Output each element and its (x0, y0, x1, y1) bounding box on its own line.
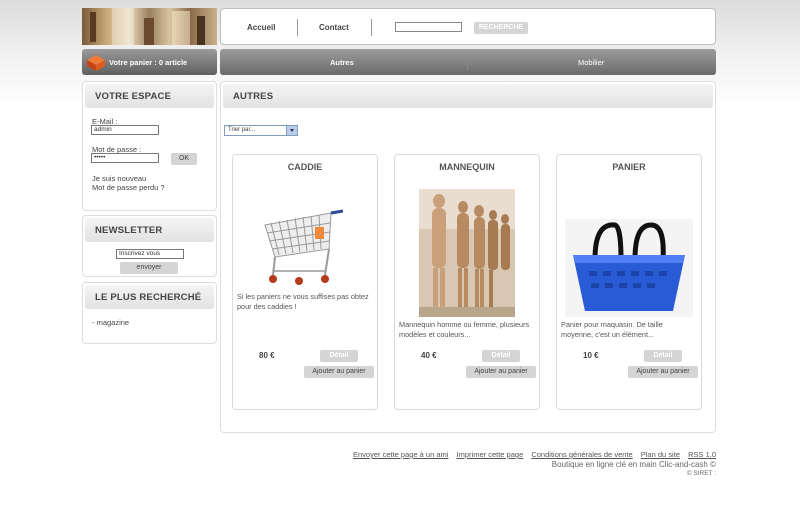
footer-links: Envoyer cette page à un ami Imprimer cet… (340, 450, 716, 459)
newsletter-box-title: NEWSLETTER (85, 218, 214, 242)
register-link[interactable]: Je suis nouveau (92, 174, 146, 183)
product-title[interactable]: CADDIE (233, 162, 377, 172)
popular-search-title: LE PLUS RECHERCHÉ (85, 285, 214, 309)
footer-siret: © SIRET : (640, 470, 716, 477)
password-field[interactable]: ••••• (91, 153, 159, 163)
footer-tagline: Boutique en ligne clé en main Clic-and-c… (551, 460, 716, 469)
forgot-password-link[interactable]: Mot de passe perdu ? (92, 183, 165, 192)
product-description: Mannequin homme ou femme, plusieurs modè… (399, 320, 530, 339)
popular-search-box: LE PLUS RECHERCHÉ - magazine (82, 282, 217, 344)
terms-link[interactable]: Conditions générales de vente (531, 450, 632, 459)
newsletter-box: NEWSLETTER Inscrivez vous envoyer (82, 215, 217, 277)
shopping-cart-image[interactable] (259, 203, 349, 287)
account-box: VOTRE ESPACE E-Mail : admin Mot de passe… (82, 81, 217, 211)
category-bar: Autres Mobilier (220, 49, 716, 75)
nav-divider (297, 19, 298, 36)
print-page-link[interactable]: Imprimer cette page (457, 450, 524, 459)
product-price: 80 € (259, 351, 275, 360)
email-field[interactable]: admin (91, 125, 159, 135)
rss-link[interactable]: RSS 1.0 (688, 450, 716, 459)
product-card: PANIER Panier pour maquasin. De taille m… (556, 154, 702, 410)
mannequin-image[interactable] (419, 189, 515, 317)
product-title[interactable]: PANIER (557, 162, 701, 172)
add-to-cart-button[interactable]: Ajouter au panier (628, 366, 698, 378)
siret-label: SIRET : (693, 470, 716, 477)
search-input[interactable] (395, 22, 462, 32)
cart-bar[interactable]: Votre panier : 0 article (82, 49, 217, 75)
cart-box-icon (87, 55, 105, 71)
top-navigation: Accueil Contact RECHERCHE (220, 8, 716, 45)
detail-button[interactable]: Détail (320, 350, 358, 362)
popular-search-item[interactable]: - magazine (92, 318, 129, 327)
add-to-cart-button[interactable]: Ajouter au panier (304, 366, 374, 378)
product-card: MANNEQUIN Mannequin homme ou femme, plus… (394, 154, 540, 410)
product-description: Si les paniers ne vous suffises pas obte… (237, 292, 369, 311)
page-title: AUTRES (223, 84, 713, 108)
add-to-cart-button[interactable]: Ajouter au panier (466, 366, 536, 378)
detail-button[interactable]: Détail (644, 350, 682, 362)
newsletter-send-button[interactable]: envoyer (120, 262, 178, 274)
sitemap-link[interactable]: Plan du site (641, 450, 680, 459)
main-content: AUTRES Trier par... CADDIE Si les panier… (220, 81, 716, 433)
basket-image[interactable] (565, 219, 693, 317)
nav-accueil-link[interactable]: Accueil (247, 23, 275, 32)
newsletter-email-input[interactable]: Inscrivez vous (116, 249, 184, 259)
logo-image[interactable] (82, 8, 217, 45)
chevron-down-icon[interactable] (286, 126, 297, 135)
account-box-title: VOTRE ESPACE (85, 84, 214, 108)
product-price: 10 € (583, 351, 599, 360)
product-description: Panier pour maquasin. De taille moyenne,… (561, 320, 663, 339)
category-autres[interactable]: Autres (330, 58, 354, 67)
detail-button[interactable]: Détail (482, 350, 520, 362)
product-price: 40 € (421, 351, 437, 360)
product-card: CADDIE Si les paniers ne vous suffises p… (232, 154, 378, 410)
sort-select[interactable]: Trier par... (224, 125, 298, 136)
cart-summary: Votre panier : 0 article (109, 58, 188, 67)
search-button[interactable]: RECHERCHE (474, 22, 528, 34)
nav-divider (371, 19, 372, 36)
category-mobilier[interactable]: Mobilier (578, 58, 604, 67)
send-to-friend-link[interactable]: Envoyer cette page à un ami (353, 450, 448, 459)
sort-select-value: Trier par... (228, 127, 256, 133)
category-divider (467, 54, 468, 70)
product-title[interactable]: MANNEQUIN (395, 162, 539, 172)
nav-contact-link[interactable]: Contact (319, 23, 349, 32)
login-ok-button[interactable]: OK (171, 153, 197, 165)
